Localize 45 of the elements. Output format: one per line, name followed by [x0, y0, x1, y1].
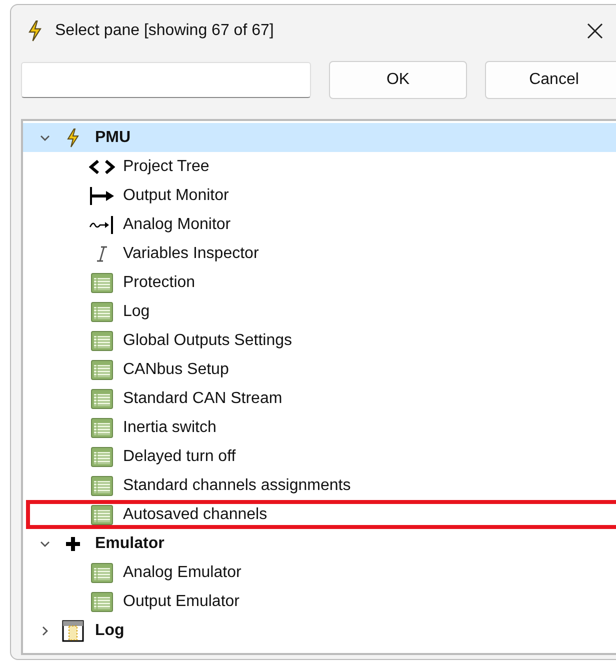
table-icon — [91, 360, 113, 380]
cursor-icon — [96, 246, 108, 262]
app-lightning-icon — [27, 20, 43, 42]
close-icon[interactable] — [587, 23, 603, 39]
analog-signal-icon — [89, 214, 115, 234]
lightning-icon — [66, 128, 80, 148]
ok-button[interactable]: OK — [329, 61, 467, 99]
tree-group-item[interactable]: PMU — [23, 123, 616, 152]
tree-item[interactable]: Log — [23, 297, 616, 326]
group-label: Emulator — [95, 534, 164, 554]
tree-item[interactable]: Standard CAN Stream — [23, 384, 616, 413]
table-icon — [91, 272, 113, 292]
group-label: Log — [95, 620, 124, 640]
tree-item[interactable]: Standard channels assignments — [23, 471, 616, 500]
table-icon — [91, 562, 113, 582]
highlighted-tree-item[interactable]: Autosaved channels — [26, 500, 616, 529]
table-icon — [91, 388, 113, 408]
tree-item[interactable]: Global Outputs Settings — [23, 326, 616, 355]
tree-item[interactable]: Output Emulator — [23, 587, 616, 616]
window-title: Select pane [showing 67 of 67] — [55, 21, 274, 41]
table-icon — [91, 302, 113, 322]
cancel-button[interactable]: Cancel — [485, 61, 616, 99]
tree-item[interactable]: CANbus Setup — [23, 355, 616, 384]
tree-item[interactable]: Protection — [23, 268, 616, 297]
table-icon — [91, 446, 113, 466]
tree-item[interactable]: Delayed turn off — [23, 442, 616, 471]
table-icon — [91, 476, 113, 496]
tree-item[interactable]: Project Tree — [23, 152, 616, 181]
search-field[interactable] — [21, 62, 311, 98]
code-icon — [89, 160, 115, 174]
tree-item[interactable]: Output Monitor — [23, 181, 616, 210]
group-label: PMU — [95, 128, 131, 148]
tree-group-item[interactable]: Emulator — [23, 529, 616, 558]
tree-item[interactable]: Variables Inspector — [23, 239, 616, 268]
table-icon — [91, 504, 113, 524]
tree-item[interactable]: Analog Emulator — [23, 558, 616, 587]
tree-group-item[interactable]: Log — [23, 616, 616, 645]
table-icon — [91, 418, 113, 438]
plus-icon — [66, 536, 80, 550]
table-icon — [91, 592, 113, 612]
grid-icon — [62, 620, 84, 642]
tree-item[interactable]: Inertia switch — [23, 413, 616, 442]
tree-item[interactable]: Analog Monitor — [23, 210, 616, 239]
table-icon — [91, 330, 113, 350]
output-arrow-icon — [89, 186, 115, 206]
